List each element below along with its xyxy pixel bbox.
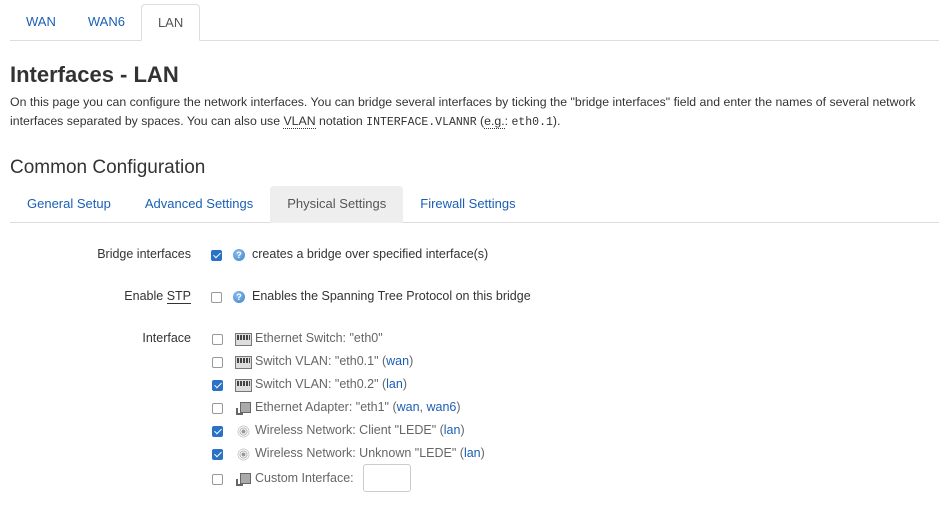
interface-checkbox[interactable] <box>212 449 223 460</box>
interface-checkbox[interactable] <box>212 334 223 345</box>
interface-checkbox[interactable] <box>212 380 223 391</box>
network-link-wan[interactable]: wan <box>397 400 420 414</box>
ethernet-adapter-icon <box>235 402 252 415</box>
interface-option-suffix: ) <box>460 423 465 437</box>
enable-stp-label-prefix: Enable <box>124 289 167 303</box>
bridge-interfaces-help: creates a bridge over specified interfac… <box>252 247 489 261</box>
interface-option-suffix: ) <box>409 354 414 368</box>
interface-option-label: Switch VLAN: "eth0.1" (wan) <box>255 354 413 368</box>
interface-option-text: Switch VLAN: "eth0.1" ( <box>255 354 387 368</box>
interface-option-label: Ethernet Adapter: "eth1" (wan, wan6) <box>255 400 461 414</box>
custom-interface-checkbox[interactable] <box>212 474 223 485</box>
section-title: Common Configuration <box>10 157 206 178</box>
interface-checkbox[interactable] <box>212 357 223 368</box>
interface-option-text: Wireless Network: Client "LEDE" ( <box>255 423 444 437</box>
tab-physical-settings[interactable]: Physical Settings <box>270 186 404 223</box>
switch-icon <box>235 379 252 392</box>
wireless-icon <box>235 448 252 461</box>
interface-option-text: Ethernet Adapter: "eth1" ( <box>255 400 397 414</box>
vlan-notation-code: INTERFACE.VLANNR <box>366 116 477 129</box>
interface-checkbox[interactable] <box>212 403 223 414</box>
custom-interface-input[interactable] <box>363 464 411 492</box>
interface-option-label: Switch VLAN: "eth0.2" (lan) <box>255 377 407 391</box>
tab-general-setup[interactable]: General Setup <box>10 186 128 222</box>
network-link-lan[interactable]: lan <box>386 377 403 391</box>
network-link-wan6[interactable]: wan6 <box>427 400 457 414</box>
interface-label: Interface <box>142 331 191 345</box>
network-link-lan[interactable]: lan <box>444 423 461 437</box>
interface-option-suffix: ) <box>402 377 408 391</box>
tab-lan[interactable]: LAN <box>140 4 201 41</box>
interface-option-label: Wireless Network: Unknown "LEDE" (lan) <box>255 446 485 460</box>
interface-option-suffix: ) <box>480 446 485 460</box>
custom-interface-label: Custom Interface: <box>255 471 354 485</box>
enable-stp-help: Enables the Spanning Tree Protocol on th… <box>252 289 531 303</box>
network-link-lan[interactable]: lan <box>464 446 481 460</box>
interface-option-text: Switch VLAN: "eth0.2" ( <box>255 377 387 391</box>
vlan-abbr: VLAN <box>283 114 316 129</box>
help-icon: ? <box>233 291 245 303</box>
interface-option-label: Ethernet Switch: "eth0" <box>255 331 383 345</box>
switch-icon <box>235 333 252 346</box>
example-code: eth0.1 <box>511 116 553 129</box>
page-title: Interfaces - LAN <box>10 62 179 87</box>
enable-stp-checkbox[interactable] <box>211 292 222 303</box>
eg-abbr: e.g. <box>484 114 505 129</box>
bridge-interfaces-checkbox[interactable] <box>211 250 222 261</box>
interface-option-suffix: ) <box>456 400 461 414</box>
section-tabs: General Setup Advanced Settings Physical… <box>10 186 939 223</box>
tab-advanced-settings[interactable]: Advanced Settings <box>128 186 270 222</box>
tab-firewall-settings[interactable]: Firewall Settings <box>403 186 532 222</box>
description-text-5: ). <box>552 114 561 128</box>
network-link-wan[interactable]: wan <box>386 354 409 368</box>
description-text-3: ( <box>476 114 485 128</box>
bridge-interfaces-label: Bridge interfaces <box>97 247 191 261</box>
enable-stp-label: Enable STP <box>124 289 191 304</box>
interface-checkbox[interactable] <box>212 426 223 437</box>
tab-wan[interactable]: WAN <box>10 4 72 39</box>
top-tabs: WAN WAN6 LAN <box>10 4 939 41</box>
wireless-icon <box>235 425 252 438</box>
ethernet-adapter-icon <box>235 473 252 486</box>
tab-wan6[interactable]: WAN6 <box>72 4 141 39</box>
stp-abbr: STP <box>166 289 191 304</box>
interface-option-text: Wireless Network: Unknown "LEDE" ( <box>255 446 464 460</box>
page-description: On this page you can configure the netwo… <box>10 93 935 132</box>
help-icon: ? <box>233 249 245 261</box>
link-separator: , <box>419 400 427 414</box>
switch-icon <box>235 356 252 369</box>
interface-option-label: Wireless Network: Client "LEDE" (lan) <box>255 423 465 437</box>
description-text-2: notation <box>315 114 367 128</box>
